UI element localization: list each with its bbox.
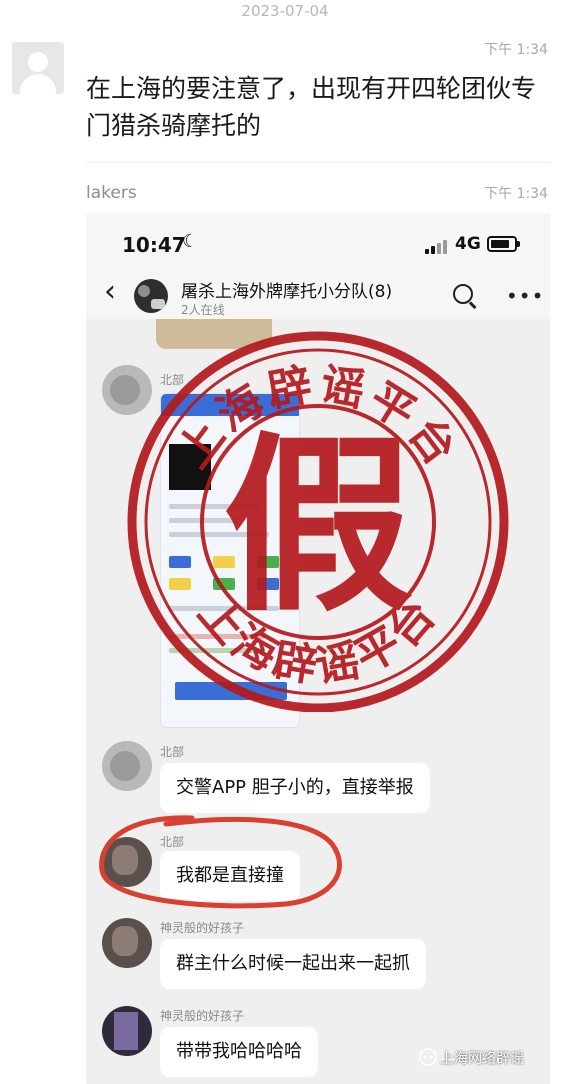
wechat-channel-icon bbox=[419, 1048, 437, 1066]
more-icon: ••• bbox=[506, 284, 545, 308]
chat-header: ‹ 屠杀上海外牌摩托小分队(8) 2人在线 ••• bbox=[86, 269, 550, 319]
chat-avatar bbox=[102, 1006, 152, 1056]
chat-nickname: 北部 bbox=[160, 745, 185, 759]
chat-nickname: 神灵般的好孩子 bbox=[160, 921, 245, 935]
group-online-count: 2人在线 bbox=[181, 303, 225, 317]
forwarded-screenshot[interactable]: 10:47 ☾ 4G ‹ 屠杀上海外牌摩托小分队(8) 2人在线 ••• 北部 bbox=[86, 213, 550, 1084]
previous-image bbox=[156, 319, 272, 349]
signal-icon bbox=[425, 238, 449, 254]
network-label: 4G bbox=[455, 234, 481, 254]
sender-name[interactable]: lakers bbox=[86, 183, 137, 203]
chat-avatar bbox=[102, 365, 152, 415]
message-text: 在上海的要注意了，出现有开四轮团伙专门猎杀骑摩托的 bbox=[86, 74, 537, 140]
report-app-image bbox=[160, 393, 300, 728]
chat-bubble: 带带我哈哈哈哈 bbox=[160, 1027, 318, 1077]
date-separator: 2023-07-04 bbox=[241, 2, 329, 20]
chat-bubble: 我都是直接撞 bbox=[160, 851, 300, 901]
status-clock: 10:47 bbox=[122, 233, 186, 257]
group-avatar bbox=[134, 279, 168, 313]
back-arrow-icon: ‹ bbox=[104, 274, 116, 309]
message-time: 下午 1:34 bbox=[484, 42, 548, 58]
chat-avatar bbox=[102, 918, 152, 968]
watermark-text: 上海网络辟谣 bbox=[440, 1051, 524, 1067]
moon-icon: ☾ bbox=[182, 231, 199, 252]
default-avatar[interactable] bbox=[12, 42, 64, 94]
chat-bubble: 交警APP 胆子小的，直接举报 bbox=[160, 763, 430, 813]
message-time: 下午 1:34 bbox=[484, 186, 548, 202]
message-divider bbox=[86, 162, 550, 163]
search-icon bbox=[453, 284, 473, 304]
chat-nickname: 北部 bbox=[160, 373, 185, 387]
battery-icon bbox=[487, 236, 520, 252]
chat-nickname: 神灵般的好孩子 bbox=[160, 1009, 245, 1023]
chat-avatar bbox=[102, 837, 152, 887]
group-title: 屠杀上海外牌摩托小分队(8) bbox=[181, 282, 393, 302]
phone-status-bar: 10:47 ☾ 4G bbox=[86, 213, 550, 269]
chat-nickname: 北部 bbox=[160, 835, 185, 849]
chat-bubble: 群主什么时候一起出来一起抓 bbox=[160, 939, 426, 989]
chat-avatar bbox=[102, 741, 152, 791]
